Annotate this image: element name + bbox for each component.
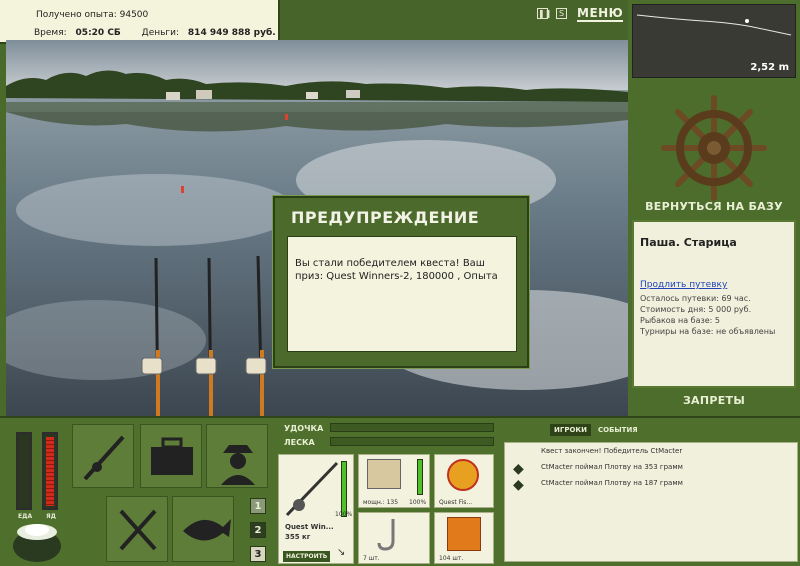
house xyxy=(196,90,212,99)
tournaments-status: Турниры на базе: не объявлены xyxy=(640,327,776,336)
fish-tile[interactable] xyxy=(172,496,234,562)
ship-wheel-icon[interactable] xyxy=(658,92,770,204)
house xyxy=(306,92,318,99)
fish-icon: ◆ xyxy=(513,477,524,493)
food-tile[interactable] xyxy=(106,496,168,562)
time-money-row: Время: 05:20 СБ Деньги: 814 949 888 руб. xyxy=(34,28,276,38)
page-3-button[interactable]: 3 xyxy=(250,546,266,562)
location-info: Паша. Старица Продлить путевку Осталось … xyxy=(632,220,796,388)
rod-name: Quest Win... xyxy=(285,523,334,531)
money-label: Деньги: xyxy=(141,28,180,38)
bait-slot[interactable]: 104 шт. xyxy=(434,512,494,564)
bans-button[interactable]: ЗАПРЕТЫ xyxy=(634,394,794,407)
game-window: Получено опыта: 94500 Время: 05:20 СБ Де… xyxy=(0,0,800,566)
hook-slot[interactable]: 7 шт. xyxy=(358,512,430,564)
sound-icon[interactable]: S xyxy=(556,8,567,19)
chat-messages: Квест закончен! Победитель CtMacter ◆ Ct… xyxy=(504,442,798,562)
line-durability-label: ЛЕСКА xyxy=(284,438,315,447)
float-marker xyxy=(181,186,184,193)
day-cost: Стоимость дня: 5 000 руб. xyxy=(640,305,752,314)
chat-message: CtMacter поймал Плотву на 187 грамм xyxy=(541,479,683,487)
permit-hours: Осталось путевки: 69 час. xyxy=(640,294,751,303)
stats-panel: Получено опыта: 94500 Время: 05:20 СБ Де… xyxy=(0,0,280,44)
anglers-count: Рыбаков на базе: 5 xyxy=(640,316,720,325)
cauldron-icon[interactable] xyxy=(10,516,64,564)
rod-percent: 100% xyxy=(335,511,353,518)
page-1-button[interactable]: 1 xyxy=(250,498,266,514)
bait-pack-icon xyxy=(447,517,481,551)
house xyxy=(346,90,360,98)
rod-image-icon xyxy=(285,461,339,517)
rod-durability-label: УДОЧКА xyxy=(284,424,324,433)
reel-percent: 100% xyxy=(409,499,427,506)
pause-icon[interactable]: ❚❚ xyxy=(537,8,551,19)
experience-label: Получено опыта: xyxy=(36,10,117,20)
return-to-base-button[interactable]: ВЕРНУТЬСЯ НА БАЗУ xyxy=(634,200,794,213)
right-panel: 2,52 m ВЕРНУТЬСЯ НА БАЗУ Паша. Старица П… xyxy=(628,0,800,416)
line-slot[interactable]: Quest Fis... xyxy=(434,454,494,508)
chat-message: Квест закончен! Победитель CtMacter xyxy=(541,447,683,455)
fisherman-tile[interactable] xyxy=(206,424,268,488)
rod-icon xyxy=(83,435,125,481)
menu-button[interactable]: МЕНЮ xyxy=(577,6,624,22)
chat-panel: ИГРОКИ СОБЫТИЯ Квест закончен! Победител… xyxy=(502,418,800,566)
rod-weight: 355 кг xyxy=(285,533,311,541)
rods-tile[interactable] xyxy=(72,424,134,488)
tackle-box-icon xyxy=(151,437,193,475)
experience-row: Получено опыта: 94500 xyxy=(36,10,148,20)
depth-value: 2,52 m xyxy=(750,62,789,73)
setup-button[interactable]: НАСТРОИТЬ xyxy=(283,551,331,562)
poison-meter-fill xyxy=(46,437,54,506)
food-meter xyxy=(16,432,32,510)
time-value: 05:20 СБ xyxy=(75,28,121,38)
top-bar: Получено опыта: 94500 Время: 05:20 СБ Де… xyxy=(0,0,628,44)
poison-meter xyxy=(42,432,58,510)
house xyxy=(166,92,180,100)
tackle-section: УДОЧКА ЛЕСКА 100% Quest Win... 355 кг НА… xyxy=(276,418,498,566)
rod-slot[interactable]: 100% Quest Win... 355 кг НАСТРОИТЬ ↘ xyxy=(278,454,354,564)
fish-icon xyxy=(183,519,231,541)
fish-icon: ◆ xyxy=(513,461,524,477)
dialog-message: Вы стали победителем квеста! Ваш приз: Q… xyxy=(287,236,517,352)
bait-count: 104 шт. xyxy=(439,555,464,562)
rod-durability-bar xyxy=(330,423,494,432)
experience-value: 94500 xyxy=(119,10,149,20)
hook-icon xyxy=(377,519,395,551)
dialog-title: ПРЕДУПРЕЖДЕНИЕ xyxy=(291,208,480,227)
line-spool-icon xyxy=(447,459,479,491)
money-value: 814 949 888 руб. xyxy=(187,28,276,38)
depth-chart: 2,52 m xyxy=(632,4,796,78)
time-label: Время: xyxy=(34,28,67,38)
warning-dialog: ПРЕДУПРЕЖДЕНИЕ Вы стали победителем квес… xyxy=(273,196,529,368)
float-marker xyxy=(285,114,288,120)
hook-count: 7 шт. xyxy=(363,555,380,562)
location-title: Паша. Старица xyxy=(640,236,737,249)
bottom-panel: ЕДА ЯД 1 2 3 УДОЧКА ЛЕСКА 100% Quest Win… xyxy=(0,416,800,566)
line-durability-bar xyxy=(330,437,494,446)
reel-power: мощн.: 135 xyxy=(363,499,399,506)
players-tab[interactable]: ИГРОКИ xyxy=(550,424,591,436)
reel-icon xyxy=(367,459,401,489)
extend-permit-link[interactable]: Продлить путевку xyxy=(640,280,727,290)
chat-message: CtMacter поймал Плотву на 353 грамм xyxy=(541,463,683,471)
reel-condition-bar xyxy=(417,459,423,495)
events-tab[interactable]: СОБЫТИЯ xyxy=(594,424,642,436)
line-name: Quest Fis... xyxy=(439,499,473,506)
fisherman-icon xyxy=(221,445,255,485)
knife-fork-icon xyxy=(119,509,157,551)
arrow-icon: ↘ xyxy=(337,547,346,558)
rod-condition-bar xyxy=(341,461,347,517)
page-2-button[interactable]: 2 xyxy=(250,522,266,538)
tackle-box-tile[interactable] xyxy=(140,424,202,488)
reel-slot[interactable]: мощн.: 135 100% xyxy=(358,454,430,508)
